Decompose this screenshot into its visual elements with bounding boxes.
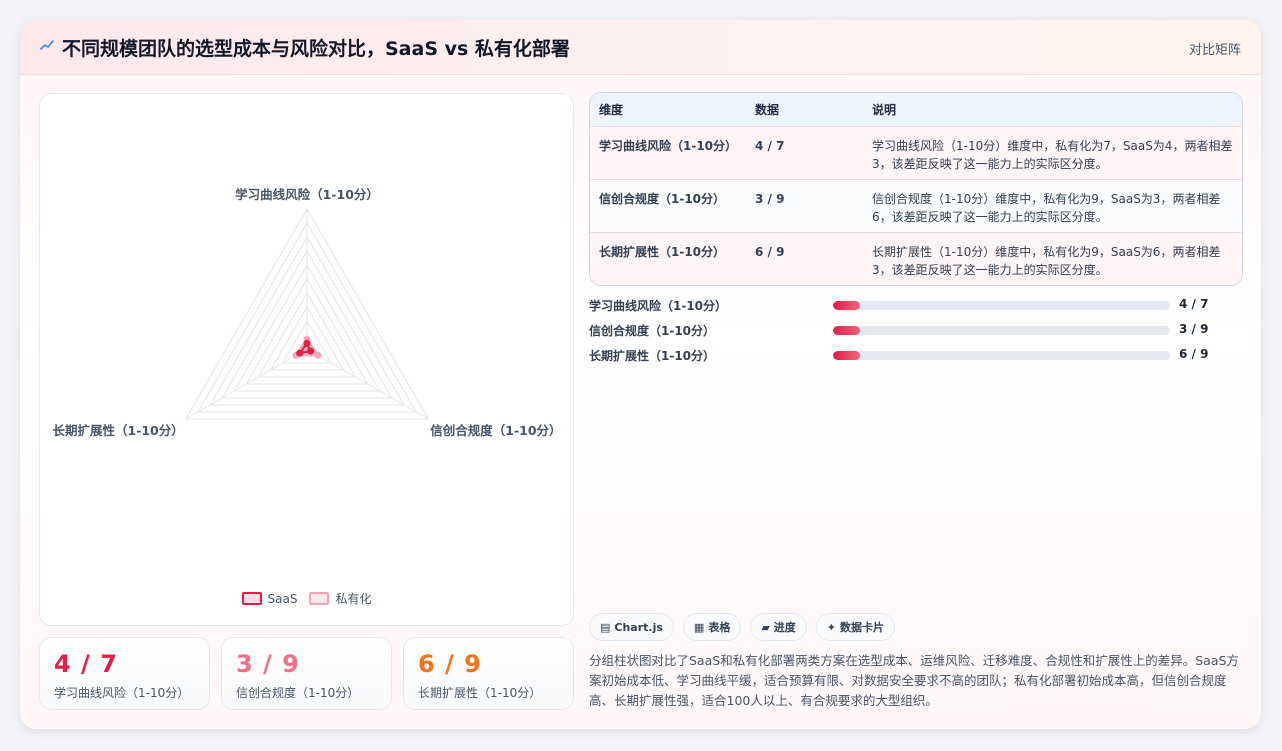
cell-dimension: 信创合规度（1-10分）	[599, 191, 726, 206]
chip-table[interactable]: ▦ 表格	[682, 613, 742, 641]
stat-label: 信创合规度（1-10分）	[236, 686, 360, 700]
table-icon: ▦	[693, 620, 705, 634]
page-title: 不同规模团队的选型成本与风险对比，SaaS vs 私有化部署	[62, 38, 570, 60]
chip-label: 进度	[773, 621, 796, 634]
progress-track	[833, 326, 1170, 335]
legend-label-private: 私有化	[335, 592, 372, 606]
progress-fill	[833, 326, 860, 335]
radar-data-point	[296, 349, 304, 357]
chip-label: 表格	[708, 621, 731, 634]
radar-axis-label: 学习曲线风险（1-10分）	[235, 187, 379, 202]
cell-dimension: 长期扩展性（1-10分）	[599, 244, 726, 259]
table-row: 长期扩展性（1-10分） 6 / 9 长期扩展性（1-10分）维度中，私有化为9…	[590, 232, 1242, 285]
column-header-description: 说明	[872, 102, 897, 117]
progress-fill	[833, 301, 860, 310]
legend-label-saas: SaaS	[267, 591, 298, 606]
progress-row: 学习曲线风险（1-10分） 4 / 7	[589, 296, 1243, 321]
chip-chartjs[interactable]: ▤ Chart.js	[589, 613, 674, 641]
chip-progress[interactable]: ▰ 进度	[750, 613, 807, 641]
stat-cards: 4 / 7 学习曲线风险（1-10分） 3 / 9 信创合规度（1-10分） 6…	[39, 637, 574, 710]
radar-axis-label: 长期扩展性（1-10分）	[52, 423, 183, 438]
chip-data-card[interactable]: ✦ 数据卡片	[815, 613, 896, 641]
legend-item-private[interactable]: 私有化	[309, 590, 371, 607]
chart-icon: ▤	[600, 620, 611, 634]
comparison-card: 不同规模团队的选型成本与风险对比，SaaS vs 私有化部署 对比矩阵 学习曲线…	[20, 20, 1261, 729]
radar-chart: 学习曲线风险（1-10分） 信创合规度（1-10分） 长期扩展性（1-10分）	[52, 187, 561, 438]
progress-icon: ▰	[761, 620, 770, 634]
progress-row: 信创合规度（1-10分） 3 / 9	[589, 321, 1243, 346]
table-header-row: 维度 数据 说明	[590, 93, 1242, 126]
progress-track	[833, 301, 1170, 310]
trend-icon	[40, 40, 54, 50]
column-header-dimension: 维度	[599, 102, 624, 117]
progress-label: 学习曲线风险（1-10分）	[589, 299, 728, 313]
radar-chart-panel: 学习曲线风险（1-10分） 信创合规度（1-10分） 长期扩展性（1-10分） Sa…	[39, 93, 574, 626]
cell-description: 信创合规度（1-10分）维度中，私有化为9，SaaS为3，两者相差6，该差距反映…	[872, 191, 1221, 224]
comparison-table: 维度 数据 说明 学习曲线风险（1-10分） 4 / 7 学习曲线风险（1-10…	[589, 92, 1243, 286]
stat-label: 学习曲线风险（1-10分）	[54, 686, 190, 700]
stat-value: 4 / 7	[54, 650, 118, 678]
chart-description: 分组柱状图对比了SaaS和私有化部署两类方案在选型成本、运维风险、迁移难度、合规…	[589, 653, 1239, 708]
progress-label: 信创合规度（1-10分）	[589, 324, 716, 338]
radar-data-point	[314, 351, 322, 359]
legend-item-saas[interactable]: SaaS	[241, 590, 298, 607]
comparison-matrix-link[interactable]: 对比矩阵	[1189, 39, 1241, 58]
stat-value: 6 / 9	[418, 650, 482, 678]
progress-row: 长期扩展性（1-10分） 6 / 9	[589, 346, 1243, 371]
stat-card-learning: 4 / 7 学习曲线风险（1-10分）	[39, 637, 210, 710]
chip-label: Chart.js	[614, 620, 663, 634]
radar-axis-label: 信创合规度（1-10分）	[430, 423, 561, 438]
legend-swatch-private	[309, 592, 330, 605]
progress-list: 学习曲线风险（1-10分） 4 / 7 信创合规度（1-10分） 3 / 9 长…	[589, 296, 1243, 371]
stat-value: 3 / 9	[236, 650, 300, 678]
table-row: 学习曲线风险（1-10分） 4 / 7 学习曲线风险（1-10分）维度中，私有化…	[590, 126, 1242, 179]
chip-label: 数据卡片	[840, 621, 885, 634]
progress-label: 长期扩展性（1-10分）	[589, 349, 716, 363]
cell-data: 3 / 9	[755, 191, 785, 206]
tag-chips: ▤ Chart.js ▦ 表格 ▰ 进度 ✦ 数据卡片	[589, 613, 896, 641]
stat-card-scalability: 6 / 9 长期扩展性（1-10分）	[403, 637, 574, 710]
progress-value: 6 / 9	[1179, 347, 1209, 361]
progress-fill	[833, 351, 860, 360]
cell-description: 学习曲线风险（1-10分）维度中，私有化为7，SaaS为4，两者相差3，该差距反…	[872, 138, 1233, 171]
card-header: 不同规模团队的选型成本与风险对比，SaaS vs 私有化部署 对比矩阵	[20, 20, 1261, 75]
radar-data-point	[307, 347, 315, 355]
table-row: 信创合规度（1-10分） 3 / 9 信创合规度（1-10分）维度中，私有化为9…	[590, 179, 1242, 232]
cell-dimension: 学习曲线风险（1-10分）	[599, 138, 738, 153]
cell-data: 6 / 9	[755, 244, 785, 259]
column-header-data: 数据	[755, 102, 780, 117]
legend-swatch-saas	[241, 592, 262, 605]
cell-description: 长期扩展性（1-10分）维度中，私有化为9，SaaS为6，两者相差3，该差距反映…	[872, 244, 1221, 277]
progress-value: 3 / 9	[1179, 322, 1209, 336]
stat-label: 长期扩展性（1-10分）	[418, 686, 542, 700]
cell-data: 4 / 7	[755, 138, 785, 153]
progress-track	[833, 351, 1170, 360]
stat-card-compliance: 3 / 9 信创合规度（1-10分）	[221, 637, 392, 710]
sparkle-icon: ✦	[826, 620, 837, 634]
chart-legend: SaaS 私有化	[40, 590, 573, 607]
radar-data-point	[303, 339, 311, 347]
progress-value: 4 / 7	[1179, 297, 1209, 311]
